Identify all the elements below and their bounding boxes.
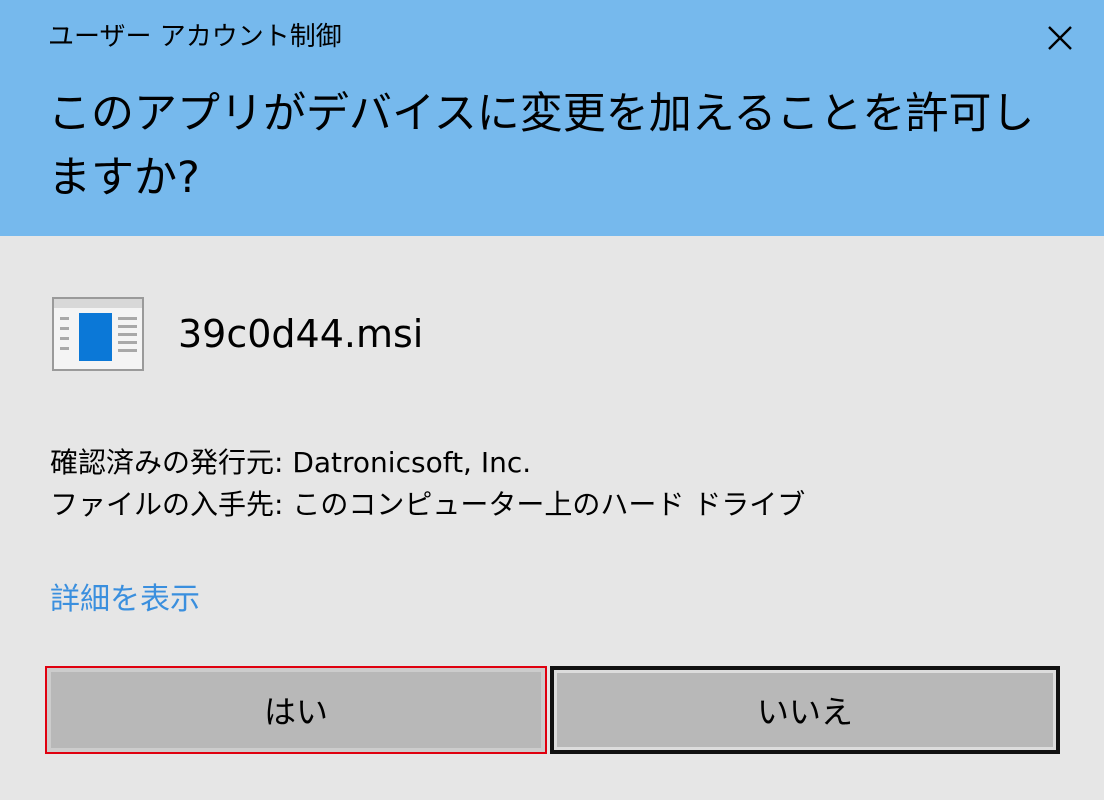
uac-dialog: ユーザー アカウント制御 このアプリがデバイスに変更を加えることを許可しますか?…: [0, 0, 1104, 800]
yes-button[interactable]: はい: [45, 666, 547, 754]
app-name: 39c0d44.msi: [178, 312, 424, 356]
dialog-header: ユーザー アカウント制御 このアプリがデバイスに変更を加えることを許可しますか?: [0, 0, 1104, 236]
installer-app-icon: [52, 297, 144, 371]
publisher-info: 確認済みの発行元: Datronicsoft, Inc. ファイルの入手先: こ…: [50, 442, 805, 526]
window-title: ユーザー アカウント制御: [48, 22, 342, 52]
close-button[interactable]: [1038, 17, 1082, 59]
close-icon: [1048, 26, 1072, 50]
permission-question: このアプリがデバイスに変更を加えることを許可しますか?: [48, 89, 1035, 203]
publisher-line: 確認済みの発行元: Datronicsoft, Inc.: [50, 446, 532, 479]
file-origin-line: ファイルの入手先: このコンピューター上のハード ドライブ: [50, 488, 806, 521]
app-info-row: 39c0d44.msi: [52, 297, 423, 371]
show-details-link[interactable]: 詳細を表示: [50, 580, 200, 620]
no-button[interactable]: いいえ: [550, 666, 1060, 754]
